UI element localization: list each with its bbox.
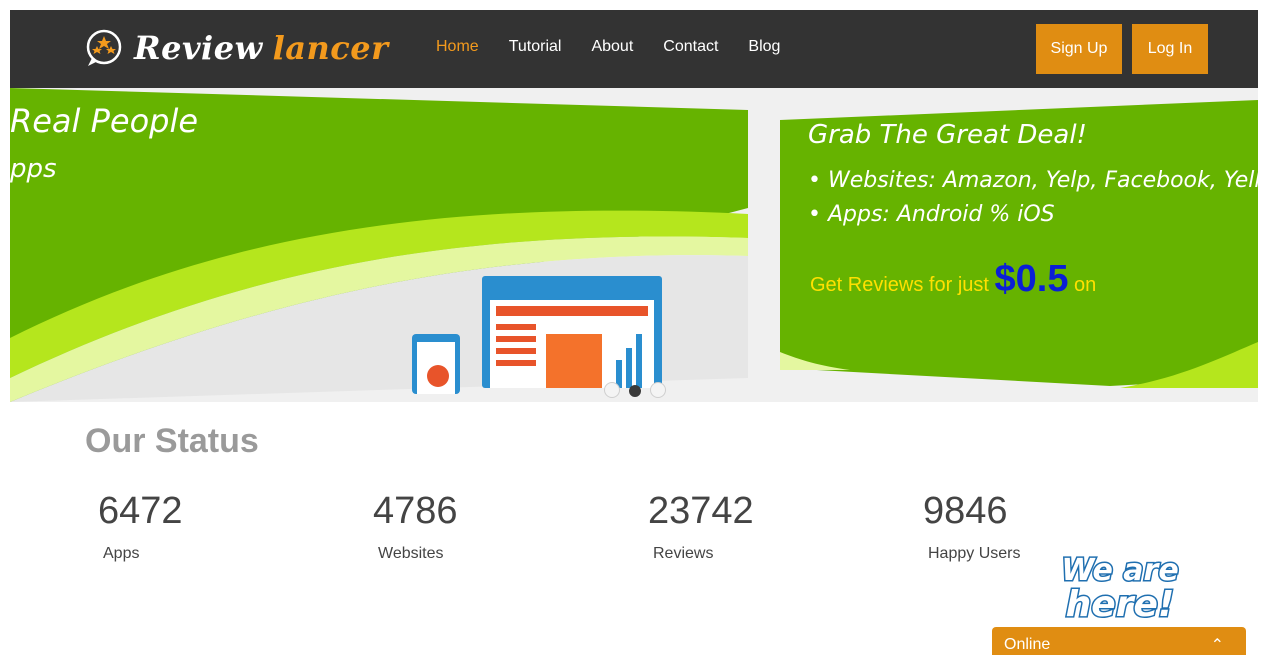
slide2-bullet-websites: • Websites: Amazon, Yelp, Facebook, Yell… xyxy=(808,168,1258,193)
stat-value: 6472 xyxy=(98,490,183,532)
top-strip xyxy=(0,0,1264,10)
slider-dots xyxy=(604,382,666,400)
slide1-heading: Real People xyxy=(10,102,199,140)
stat-label: Websites xyxy=(378,545,444,562)
stat-label: Reviews xyxy=(653,545,714,562)
nav-blog[interactable]: Blog xyxy=(748,38,780,56)
nav-contact[interactable]: Contact xyxy=(663,38,718,56)
star-speech-bubble-icon xyxy=(86,29,122,66)
stat-value: 23742 xyxy=(648,490,754,532)
slide2-bullet-apps: • Apps: Android % iOS xyxy=(808,202,1055,227)
navbar: Review lancer Home Tutorial About Contact… xyxy=(10,10,1258,88)
stat-reviews: 23742 Reviews xyxy=(648,490,754,563)
slide-real-people: Real People pps xyxy=(10,88,750,402)
we-are-here-badge-icon[interactable]: We are here! xyxy=(1046,548,1194,623)
stat-value: 9846 xyxy=(923,490,1008,532)
chat-online-bar[interactable]: Online ⌃ xyxy=(992,627,1246,655)
hero-slider[interactable]: Real People pps Grab The Great Deal! • W… xyxy=(10,88,1258,402)
logo-text-review: Review xyxy=(134,29,263,67)
slider-dot-1[interactable] xyxy=(604,382,620,398)
nav-about[interactable]: About xyxy=(591,38,633,56)
chevron-up-icon[interactable]: ⌃ xyxy=(1211,635,1224,655)
stat-websites: 4786 Websites xyxy=(373,490,458,563)
slide1-subheading: pps xyxy=(10,154,57,184)
slide-great-deal: Grab The Great Deal! • Websites: Amazon,… xyxy=(780,88,1258,402)
nav-tutorial[interactable]: Tutorial xyxy=(509,38,562,56)
status-heading: Our Status xyxy=(85,422,259,460)
site-logo[interactable]: Review lancer xyxy=(84,20,388,76)
stat-apps: 6472 Apps xyxy=(98,490,183,563)
slide2-heading: Grab The Great Deal! xyxy=(808,120,1087,150)
svg-text:We are: We are xyxy=(1061,553,1178,588)
stat-happy-users: 9846 Happy Users xyxy=(923,490,1020,563)
stat-label: Apps xyxy=(103,545,140,562)
offer-suffix: on xyxy=(1068,274,1097,296)
stat-label: Happy Users xyxy=(928,545,1021,562)
offer-price: $0.5 xyxy=(994,258,1069,300)
slider-dot-3[interactable] xyxy=(650,382,666,398)
svg-text:here!: here! xyxy=(1066,584,1175,622)
main-nav: Home Tutorial About Contact Blog xyxy=(436,38,810,56)
sign-up-button[interactable]: Sign Up xyxy=(1036,24,1122,74)
log-in-button[interactable]: Log In xyxy=(1132,24,1208,74)
chat-status-label: Online xyxy=(1004,636,1051,653)
slider-dot-2[interactable] xyxy=(629,385,641,397)
offer-prefix: Get Reviews for just xyxy=(810,274,995,296)
slide2-offer: Get Reviews for just $0.5 on xyxy=(810,258,1096,301)
nav-home[interactable]: Home xyxy=(436,38,479,56)
stat-value: 4786 xyxy=(373,490,458,532)
logo-text: Review lancer xyxy=(134,29,388,67)
logo-text-lancer: lancer xyxy=(272,29,389,67)
